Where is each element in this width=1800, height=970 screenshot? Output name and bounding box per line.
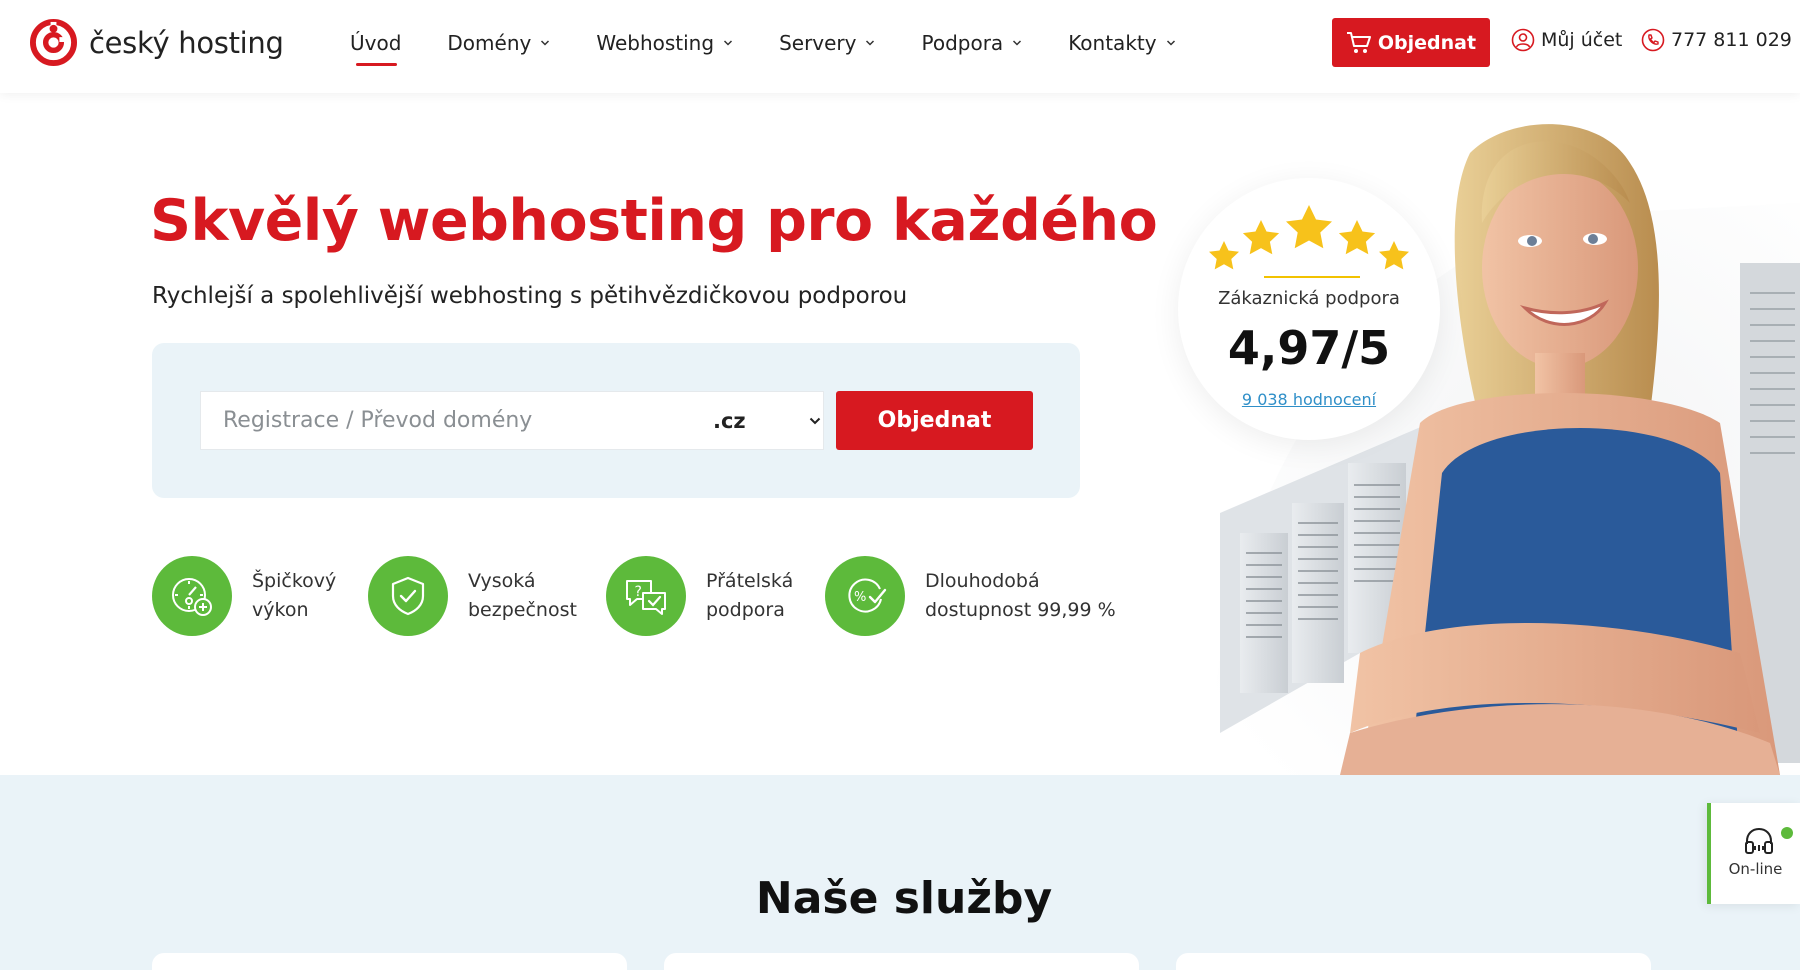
nav-item-label: Kontakty (1068, 31, 1157, 55)
nav-item-label: Podpora (921, 31, 1004, 55)
feature-list: Špičkový výkon Vysoká bezpečnost ? Přáte… (152, 556, 1116, 636)
reviews-link[interactable]: 9 038 hodnocení (1178, 390, 1440, 409)
services-section: Naše služby (0, 775, 1800, 970)
star-divider (1264, 276, 1360, 278)
nav-item-podpora[interactable]: Podpora (921, 31, 1022, 55)
feature-text: Přátelská podpora (706, 567, 793, 625)
feature-text: Vysoká bezpečnost (468, 567, 577, 625)
nav-item-domeny[interactable]: Domény (447, 31, 550, 55)
domain-search-box: .cz Objednat (152, 343, 1080, 498)
svg-text:%: % (854, 590, 866, 605)
feature-icon-circle (368, 556, 448, 636)
logo[interactable]: český hosting (30, 19, 284, 66)
order-button-label: Objednat (1377, 31, 1477, 54)
domain-order-button[interactable]: Objednat (836, 391, 1033, 450)
domain-input-wrapper: .cz (200, 391, 824, 450)
feature-line: Špičkový (252, 570, 337, 592)
domain-search-input[interactable] (201, 392, 681, 449)
account-link[interactable]: Můj účet (1511, 28, 1622, 52)
nav-item-label: Webhosting (596, 31, 715, 55)
online-chat-widget[interactable]: On-line (1707, 803, 1800, 904)
feature-icon-circle (152, 556, 232, 636)
five-stars-icon (1209, 205, 1409, 270)
feature-icon-circle: % (825, 556, 905, 636)
phone-icon (1641, 28, 1665, 52)
nav-item-kontakty[interactable]: Kontakty (1068, 31, 1175, 55)
svg-text:?: ? (635, 584, 642, 600)
service-card[interactable] (152, 953, 627, 970)
main-nav: Úvod Domény Webhosting Servery Podpora K… (350, 0, 1222, 86)
online-status-dot (1781, 827, 1793, 839)
feature-text: Špičkový výkon (252, 567, 336, 625)
chevron-down-icon (724, 40, 733, 46)
feature-line: Přátelská (706, 570, 794, 592)
shield-check-icon (391, 576, 425, 616)
chat-bubbles-icon: ? (626, 580, 666, 615)
feature-line: podpora (706, 599, 785, 621)
headset-icon (1745, 827, 1773, 854)
availability-percent-icon: % (848, 578, 887, 613)
speedometer-icon (172, 578, 212, 616)
service-card[interactable] (664, 953, 1139, 970)
feature-line: výkon (252, 599, 309, 621)
nav-item-servery[interactable]: Servery (779, 31, 875, 55)
nav-item-label: Servery (779, 31, 857, 55)
account-label: Můj účet (1541, 29, 1623, 51)
rating-label: Zákaznická podpora (1218, 288, 1400, 309)
feature-security: Vysoká bezpečnost (368, 556, 577, 636)
logo-icon (30, 19, 77, 66)
nav-item-uvod[interactable]: Úvod (350, 31, 402, 66)
site-header: český hosting Úvod Domény Webhosting Ser… (0, 0, 1800, 93)
service-card[interactable] (1176, 953, 1651, 970)
services-title: Naše služby (755, 873, 1053, 924)
nav-item-webhosting[interactable]: Webhosting (596, 31, 733, 55)
chevron-down-icon (1166, 40, 1175, 46)
chevron-down-icon (541, 40, 550, 46)
user-icon (1511, 28, 1535, 52)
chevron-down-icon (866, 40, 875, 46)
feature-support: ? Přátelská podpora (606, 556, 793, 636)
cart-icon (1346, 31, 1371, 53)
tld-selected-value: .cz (713, 408, 746, 433)
hero-title: Skvělý webhosting pro každého (150, 188, 1158, 254)
chevron-down-icon (1013, 40, 1022, 46)
rating-score: 4,97/5 (1227, 321, 1391, 375)
feature-line: Vysoká (468, 570, 536, 592)
feature-performance: Špičkový výkon (152, 556, 336, 636)
phone-number: 777 811 029 (1671, 29, 1792, 51)
brand-name: český hosting (89, 25, 284, 60)
order-button-header[interactable]: Objednat (1332, 18, 1490, 67)
chevron-down-icon (809, 417, 821, 425)
nav-item-label: Úvod (350, 31, 402, 55)
chat-label: On-line (1728, 860, 1783, 878)
feature-line: bezpečnost (468, 599, 577, 621)
feature-icon-circle: ? (606, 556, 686, 636)
hero-subtitle: Rychlejší a spolehlivější webhosting s p… (152, 283, 908, 309)
feature-line: dostupnost 99,99 % (925, 599, 1116, 621)
rating-badge: Zákaznická podpora 4,97/5 9 038 hodnocen… (1178, 178, 1440, 440)
tld-select[interactable]: .cz (701, 392, 821, 449)
feature-text: Dlouhodobá dostupnost 99,99 % (925, 567, 1116, 625)
nav-item-label: Domény (447, 31, 532, 55)
feature-availability: % Dlouhodobá dostupnost 99,99 % (825, 556, 1116, 636)
phone-link[interactable]: 777 811 029 (1641, 28, 1792, 52)
feature-line: Dlouhodobá (925, 570, 1040, 592)
